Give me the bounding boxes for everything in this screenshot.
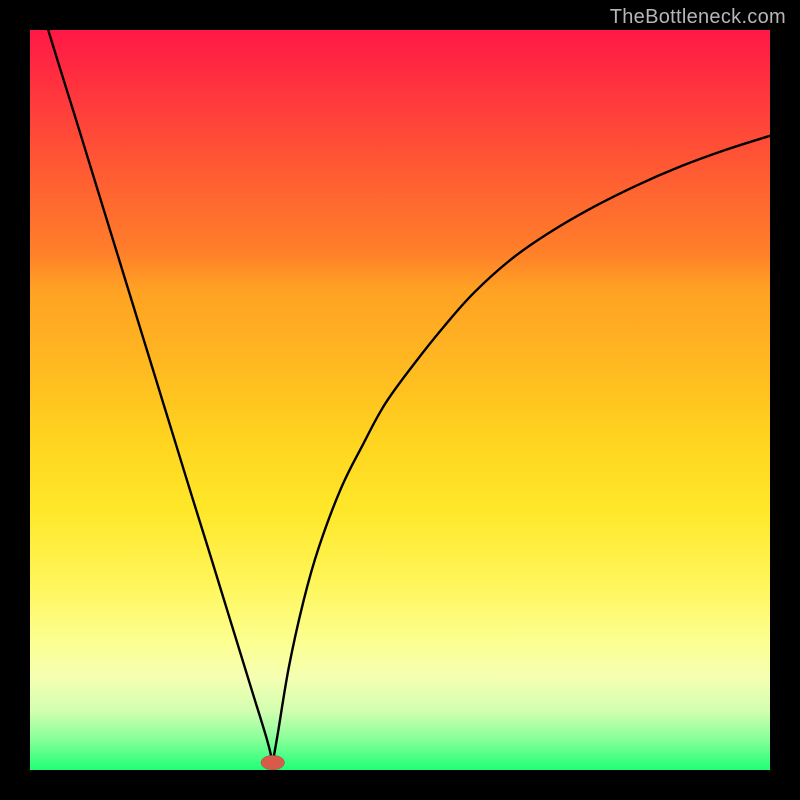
optimal-point-marker <box>261 755 285 770</box>
chart-frame: TheBottleneck.com <box>0 0 800 800</box>
watermark-text: TheBottleneck.com <box>610 6 786 29</box>
curve-bottleneck-left <box>30 30 273 763</box>
curve-bottleneck-right <box>273 136 770 763</box>
plot-area <box>30 30 770 770</box>
chart-svg <box>30 30 770 770</box>
